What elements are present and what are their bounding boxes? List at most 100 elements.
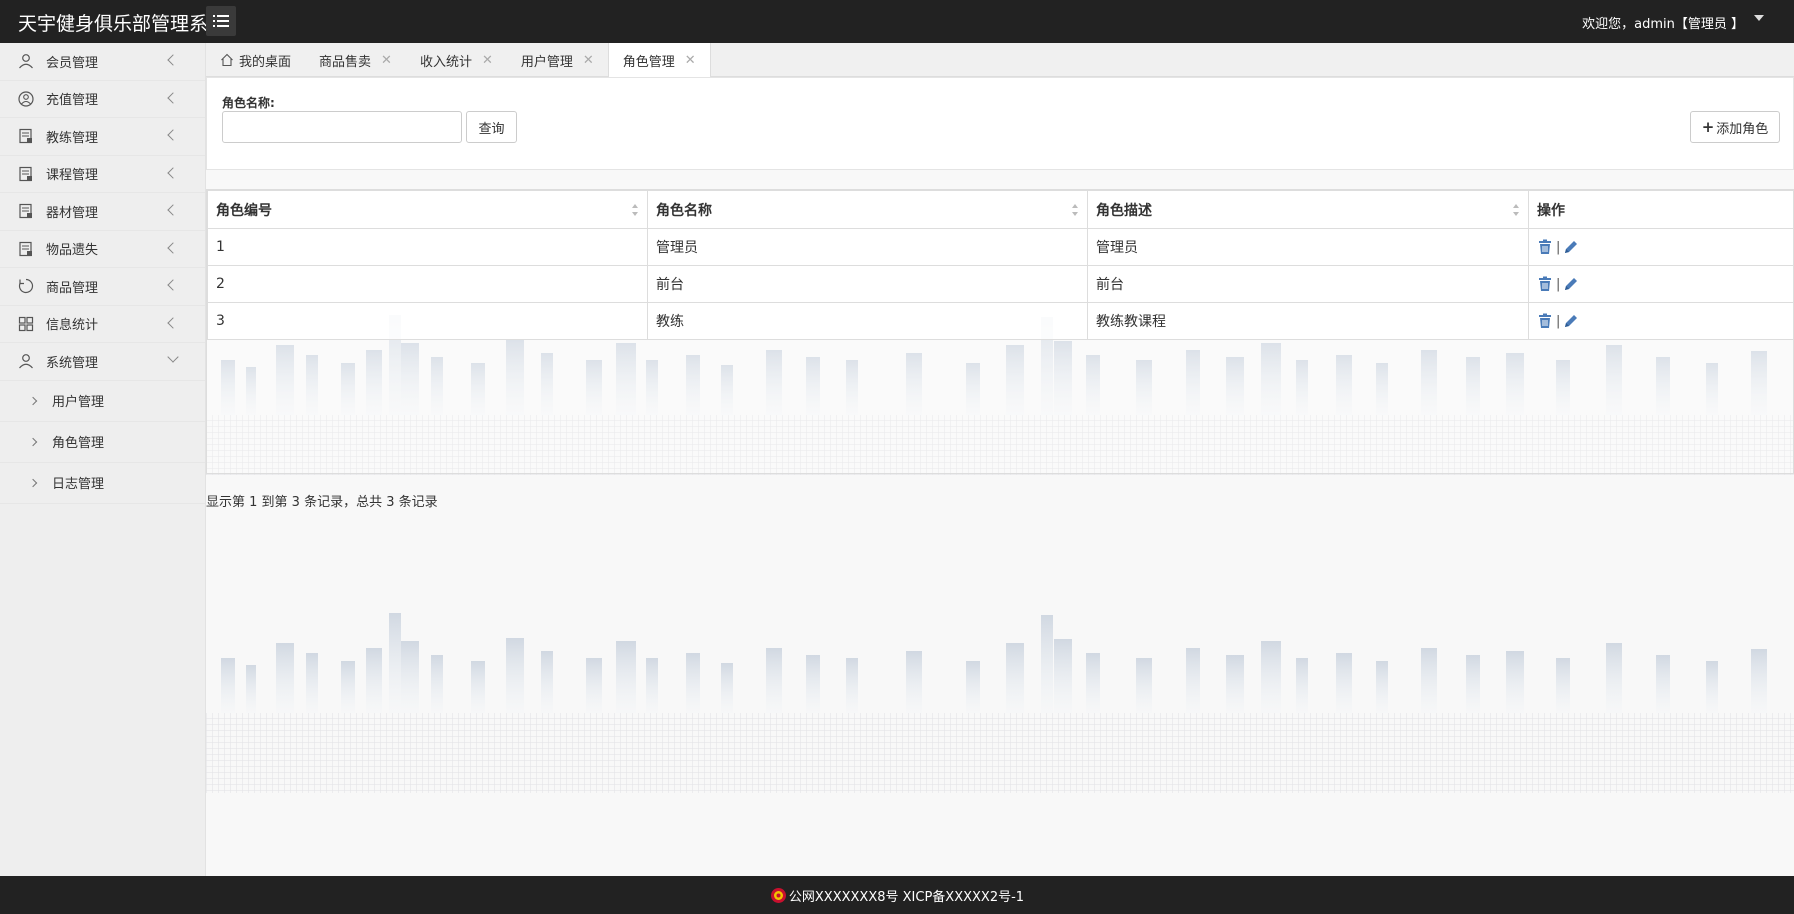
close-icon[interactable]: ✕ (583, 53, 594, 68)
close-icon[interactable]: ✕ (685, 53, 696, 68)
grid-icon (18, 316, 34, 332)
plus-icon: + (1701, 118, 1715, 136)
sidebar-subitem-log-management[interactable]: 日志管理 (0, 463, 205, 504)
sidebar-item-label: 课程管理 (46, 168, 99, 184)
sidebar-item-course[interactable]: 课程管理 (0, 156, 205, 193)
tab-user-management[interactable]: 用户管理 ✕ (507, 43, 608, 77)
chevron-left-icon (167, 241, 179, 254)
add-role-label: 添加角色 (1716, 121, 1769, 137)
sidebar-item-label: 物品遗失 (46, 243, 99, 259)
column-header-actions: 操作 (1528, 190, 1794, 229)
pencil-icon[interactable] (1563, 276, 1579, 292)
chevron-left-icon (167, 279, 179, 291)
column-header-label: 角色描述 (1096, 202, 1152, 219)
table-row: 1 管理员 管理员 | (207, 228, 1794, 266)
cell-actions: | (1528, 302, 1794, 340)
skyline-background (221, 613, 1767, 713)
action-separator: | (1556, 313, 1561, 329)
tab-goods-sale[interactable]: 商品售卖 ✕ (305, 43, 406, 77)
close-icon[interactable]: ✕ (482, 53, 493, 68)
document-icon (18, 203, 34, 219)
pencil-icon[interactable] (1563, 313, 1579, 329)
role-table-container: 角色编号 角色名称 角色描述 操作 1 管理员 管理员 | 2 前台 前台 | … (206, 189, 1794, 474)
mesh-background (206, 713, 1794, 793)
tab-bar: 我的桌面 商品售卖 ✕ 收入统计 ✕ 用户管理 ✕ 角色管理 ✕ (206, 43, 1794, 78)
app-title: 天宇健身俱乐部管理系统 (18, 13, 228, 35)
tab-label: 用户管理 (520, 54, 573, 70)
cell-role-id: 3 (207, 302, 648, 340)
sidebar-subitem-role-management[interactable]: 角色管理 (0, 422, 205, 463)
tab-income-stats[interactable]: 收入统计 ✕ (406, 43, 507, 77)
cell-role-desc: 教练教课程 (1087, 302, 1529, 340)
sidebar-item-system[interactable]: 系统管理 (0, 343, 205, 381)
chevron-down-icon[interactable] (1754, 15, 1764, 21)
action-separator: | (1556, 276, 1561, 292)
sidebar-subitem-label: 角色管理 (52, 436, 105, 451)
search-panel: 角色名称: 查询 + 添加角色 (206, 77, 1794, 170)
top-header: 天宇健身俱乐部管理系统 欢迎您，admin【管理员 】 (0, 0, 1794, 43)
sidebar-item-label: 商品管理 (46, 280, 99, 296)
user-icon (18, 353, 34, 369)
pagination-info: 显示第 1 到第 3 条记录，总共 3 条记录 (206, 495, 438, 510)
tab-label: 商品售卖 (319, 54, 372, 70)
police-badge-icon (770, 887, 786, 903)
user-welcome[interactable]: 欢迎您，admin【管理员 】 (1582, 13, 1744, 32)
column-header-role-id[interactable]: 角色编号 (207, 190, 648, 229)
sort-icon (1072, 204, 1078, 216)
tab-label: 收入统计 (419, 54, 472, 70)
sidebar-item-label: 系统管理 (46, 355, 99, 371)
chevron-left-icon (167, 91, 179, 104)
pencil-icon[interactable] (1563, 239, 1579, 255)
sidebar-item-member[interactable]: 会员管理 (0, 43, 205, 81)
cell-role-desc: 管理员 (1087, 228, 1529, 266)
tab-my-desktop[interactable]: 我的桌面 (206, 43, 305, 77)
cell-role-id: 2 (207, 265, 648, 303)
chevron-down-icon (167, 351, 179, 363)
sidebar-item-statistics[interactable]: 信息统计 (0, 306, 205, 343)
column-header-role-desc[interactable]: 角色描述 (1087, 190, 1529, 229)
sidebar-item-coach[interactable]: 教练管理 (0, 118, 205, 156)
footer-text: 公网XXXXXXX8号 XICP备XXXXX2号-1 (788, 889, 1025, 905)
sidebar-subitem-user-management[interactable]: 用户管理 (0, 381, 205, 422)
sidebar-subitem-label: 日志管理 (52, 477, 105, 492)
trash-icon[interactable] (1537, 313, 1553, 329)
query-button[interactable]: 查询 (466, 111, 517, 143)
role-name-input[interactable] (222, 111, 462, 143)
sidebar-item-goods[interactable]: 商品管理 (0, 268, 205, 306)
add-role-button[interactable]: + 添加角色 (1690, 111, 1780, 143)
trash-icon[interactable] (1537, 239, 1553, 255)
column-header-role-name[interactable]: 角色名称 (647, 190, 1088, 229)
cell-actions: | (1528, 265, 1794, 303)
sidebar-item-label: 信息统计 (46, 318, 99, 334)
sidebar-item-label: 会员管理 (46, 55, 99, 71)
sidebar-item-lost-items[interactable]: 物品遗失 (0, 231, 205, 268)
sidebar-item-equipment[interactable]: 器材管理 (0, 193, 205, 231)
tab-label: 我的桌面 (239, 54, 292, 70)
menu-toggle-button[interactable] (206, 6, 236, 36)
trash-icon[interactable] (1537, 276, 1553, 292)
chevron-right-icon (28, 396, 38, 405)
menu-icon (213, 15, 229, 27)
chevron-left-icon (167, 204, 179, 216)
chevron-left-icon (167, 316, 179, 329)
column-header-label: 角色编号 (216, 202, 272, 219)
table-header-row: 角色编号 角色名称 角色描述 操作 (207, 190, 1794, 229)
home-icon (221, 53, 233, 67)
user-icon (18, 53, 34, 69)
user-circle-icon (18, 91, 34, 107)
action-separator: | (1556, 239, 1561, 255)
sidebar-item-recharge[interactable]: 充值管理 (0, 81, 205, 118)
chevron-left-icon (167, 166, 179, 179)
document-icon (18, 241, 34, 257)
column-header-label: 操作 (1537, 202, 1565, 219)
role-table: 角色编号 角色名称 角色描述 操作 1 管理员 管理员 | 2 前台 前台 | … (207, 190, 1794, 340)
chevron-left-icon (167, 129, 179, 141)
sidebar-subitem-label: 用户管理 (52, 395, 105, 410)
chevron-left-icon (167, 54, 179, 66)
cell-role-id: 1 (207, 228, 648, 266)
cell-role-name: 前台 (647, 265, 1088, 303)
tab-role-management[interactable]: 角色管理 ✕ (607, 43, 711, 78)
main-content: 我的桌面 商品售卖 ✕ 收入统计 ✕ 用户管理 ✕ 角色管理 ✕ 角色名称: 查… (206, 43, 1794, 876)
close-icon[interactable]: ✕ (381, 53, 392, 68)
sidebar-item-label: 器材管理 (46, 205, 99, 221)
